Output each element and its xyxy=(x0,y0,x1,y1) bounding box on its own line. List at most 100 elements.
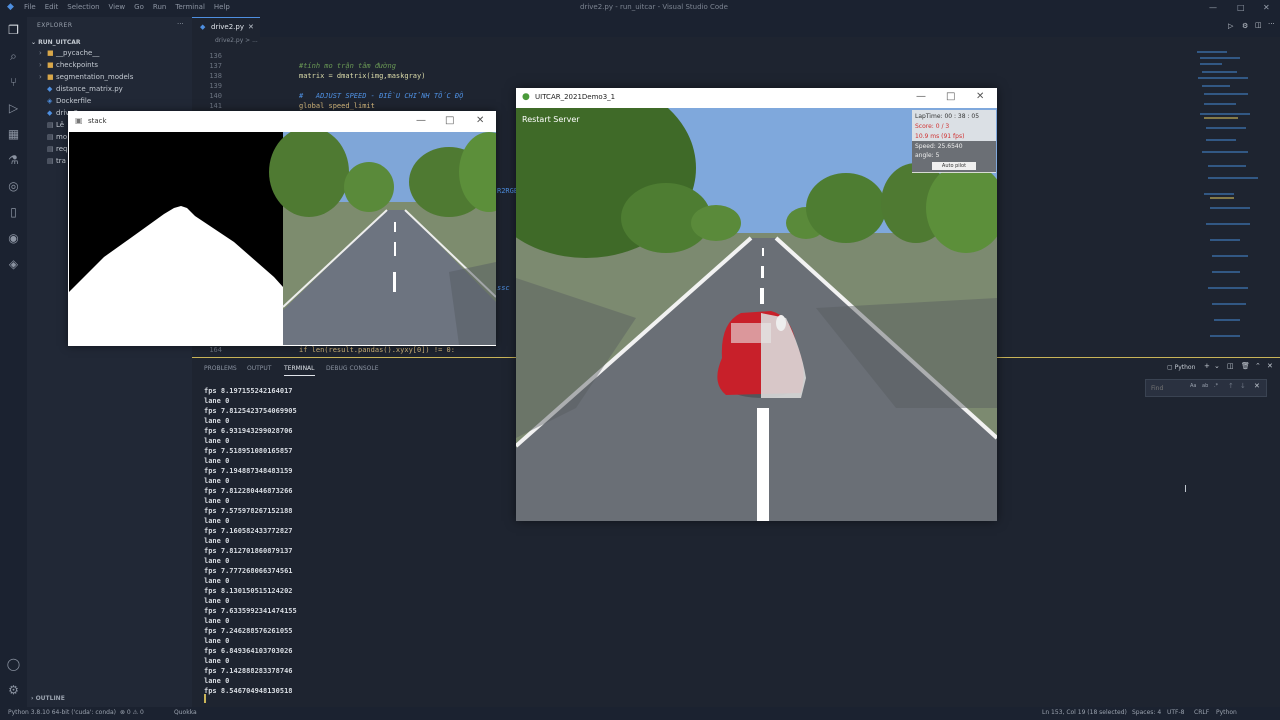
terminal-line: fps 7.777268066374561 xyxy=(204,567,293,575)
indentation[interactable]: Spaces: 4 xyxy=(1132,709,1161,716)
menu-view[interactable]: View xyxy=(109,3,126,11)
maximize-panel-icon[interactable]: ⌃ xyxy=(1255,362,1261,370)
tree-file-mo[interactable]: ▤ mo xyxy=(39,133,67,145)
whole-word-icon[interactable]: ab xyxy=(1202,383,1208,389)
code-line: if len(result.pandas().xyxy[0]) != 0: xyxy=(299,346,455,354)
tree-file-tra[interactable]: ▤ tra xyxy=(39,157,66,169)
code-fragment: ssc xyxy=(497,284,510,292)
source-control-icon[interactable]: ⑂ xyxy=(6,75,21,90)
close-find-icon[interactable]: ✕ xyxy=(1254,382,1260,390)
terminal-line: lane 0 xyxy=(204,437,230,445)
new-terminal-icon[interactable]: + xyxy=(1204,362,1210,370)
previous-match-icon[interactable]: ↑ xyxy=(1228,382,1234,390)
menu-terminal[interactable]: Terminal xyxy=(175,3,205,11)
split-terminal-icon[interactable]: ◫ xyxy=(1227,362,1234,370)
code-line: global speed_limit xyxy=(299,102,375,110)
menu-help[interactable]: Help xyxy=(214,3,230,11)
menu-run[interactable]: Run xyxy=(153,3,166,11)
cursor-position[interactable]: Ln 153, Col 19 (18 selected) xyxy=(1042,709,1127,716)
tab-drive2[interactable]: ◆ drive2.py ✕ xyxy=(192,17,260,38)
tab-close-icon[interactable]: ✕ xyxy=(248,23,254,31)
menu-edit[interactable]: Edit xyxy=(45,3,59,11)
find-input[interactable] xyxy=(1149,382,1193,394)
project-folder[interactable]: ⌄ RUN_UITCAR xyxy=(31,39,81,46)
run-icon[interactable]: ▷ xyxy=(1228,22,1233,30)
split-editor-icon[interactable]: ◫ xyxy=(1255,21,1262,29)
terminal-line: lane 0 xyxy=(204,577,230,585)
vscode-logo-icon: ◆ xyxy=(7,2,14,12)
line-number: 141 xyxy=(209,102,222,110)
tree-file-dockerfile[interactable]: ◈ Dockerfile xyxy=(39,97,91,109)
next-match-icon[interactable]: ↓ xyxy=(1240,382,1246,390)
menu-go[interactable]: Go xyxy=(134,3,144,11)
close-icon[interactable]: ✕ xyxy=(476,115,484,126)
docker-file-icon: ◈ xyxy=(47,97,53,105)
outline-section[interactable]: › OUTLINE xyxy=(31,695,65,702)
settings-gear-icon[interactable]: ⚙ xyxy=(1242,22,1248,30)
more-actions-icon[interactable]: ··· xyxy=(1268,20,1275,28)
tab-terminal[interactable]: TERMINAL xyxy=(284,365,315,376)
run-debug-icon[interactable]: ▷ xyxy=(6,101,21,116)
github-icon[interactable]: ◉ xyxy=(6,231,21,246)
restart-server-button[interactable]: Restart Server xyxy=(522,115,580,124)
tab-debug-console[interactable]: DEBUG CONSOLE xyxy=(326,365,379,372)
chevron-down-icon[interactable]: ⌄ xyxy=(1214,362,1220,370)
breadcrumb[interactable]: drive2.py > ... xyxy=(215,37,258,47)
terminal-line: fps 7.194887348483159 xyxy=(204,467,293,475)
language-mode[interactable]: Python xyxy=(1216,709,1237,716)
find-widget: Aa ab .* ↑ ↓ ✕ xyxy=(1145,379,1267,397)
search-icon[interactable]: ⌕ xyxy=(6,49,21,64)
tree-file-le[interactable]: ▤ Lê xyxy=(39,121,64,133)
close-icon[interactable]: ✕ xyxy=(1263,3,1270,12)
minimap[interactable] xyxy=(1192,47,1272,355)
tree-folder-segmentation-models[interactable]: › ■ segmentation_models xyxy=(39,73,133,85)
close-icon[interactable]: ✕ xyxy=(976,91,984,102)
minimize-icon[interactable]: — xyxy=(416,115,426,126)
close-panel-icon[interactable]: ✕ xyxy=(1267,362,1273,370)
docker-icon[interactable]: ◈ xyxy=(6,257,21,272)
menu-selection[interactable]: Selection xyxy=(67,3,99,11)
minimize-icon[interactable]: — xyxy=(1209,3,1217,12)
chevron-right-icon: › xyxy=(39,61,42,69)
tree-item-label: req xyxy=(56,145,68,153)
autopilot-button[interactable]: Auto pilot xyxy=(932,162,976,170)
game-window-title: UITCAR_2021Demo3_1 xyxy=(535,93,616,101)
account-icon[interactable]: ◯ xyxy=(6,657,21,672)
problems-indicator[interactable]: ⊗ 0 ⚠ 0 xyxy=(120,709,144,716)
laptime-label: LapTime: 00 : 38 : 05 xyxy=(915,113,980,120)
extensions-icon[interactable]: ▦ xyxy=(6,127,21,142)
terminal-cursor xyxy=(204,694,206,703)
explorer-icon[interactable]: ❐ xyxy=(6,23,21,38)
quokka-indicator[interactable]: Quokka xyxy=(174,709,197,716)
remote-icon[interactable]: ◎ xyxy=(6,179,21,194)
tree-file-req[interactable]: ▤ req xyxy=(39,145,67,157)
python-file-icon: ◆ xyxy=(200,23,206,31)
match-case-icon[interactable]: Aa xyxy=(1190,383,1196,389)
minimize-icon[interactable]: — xyxy=(916,91,926,102)
game-titlebar[interactable]: ● UITCAR_2021Demo3_1 — □ ✕ xyxy=(516,88,997,108)
tab-output[interactable]: OUTPUT xyxy=(247,365,271,372)
trash-icon[interactable]: 🗑 xyxy=(1241,362,1250,370)
stack-titlebar[interactable]: ▣ stack — □ ✕ xyxy=(68,111,496,132)
testing-icon[interactable]: ⚗ xyxy=(6,153,21,168)
tree-item-label: Lê xyxy=(56,121,65,129)
python-interpreter[interactable]: Python 3.8.10 64-bit ('cuda': conda) xyxy=(8,709,116,716)
tree-folder-pycache[interactable]: › ■ __pycache__ xyxy=(39,49,99,61)
maximize-icon[interactable]: □ xyxy=(946,91,955,102)
terminal-line: fps 8.197155242164017 xyxy=(204,387,293,395)
maximize-icon[interactable]: □ xyxy=(445,115,454,126)
more-actions-icon[interactable]: ··· xyxy=(177,20,184,28)
tree-folder-checkpoints[interactable]: › ■ checkpoints xyxy=(39,61,98,73)
settings-gear-icon[interactable]: ⚙ xyxy=(6,683,21,698)
terminal-shell-selector[interactable]: ▢ Python xyxy=(1167,364,1195,371)
tree-file-distance-matrix[interactable]: ◆ distance_matrix.py xyxy=(39,85,123,97)
tab-problems[interactable]: PROBLEMS xyxy=(204,365,237,372)
bookmark-icon[interactable]: ▯ xyxy=(6,205,21,220)
regex-icon[interactable]: .* xyxy=(1214,383,1218,389)
menu-file[interactable]: File xyxy=(24,3,36,11)
encoding[interactable]: UTF-8 xyxy=(1167,709,1185,716)
end-of-line[interactable]: CRLF xyxy=(1194,709,1209,716)
activity-bar: ❐ ⌕ ⑂ ▷ ▦ ⚗ ◎ ▯ ◉ ◈ ◯ ⚙ xyxy=(0,17,27,707)
maximize-icon[interactable]: □ xyxy=(1237,3,1245,12)
terminal-output[interactable]: fps 8.197155242164017 lane 0 fps 7.8125423… xyxy=(204,386,297,696)
